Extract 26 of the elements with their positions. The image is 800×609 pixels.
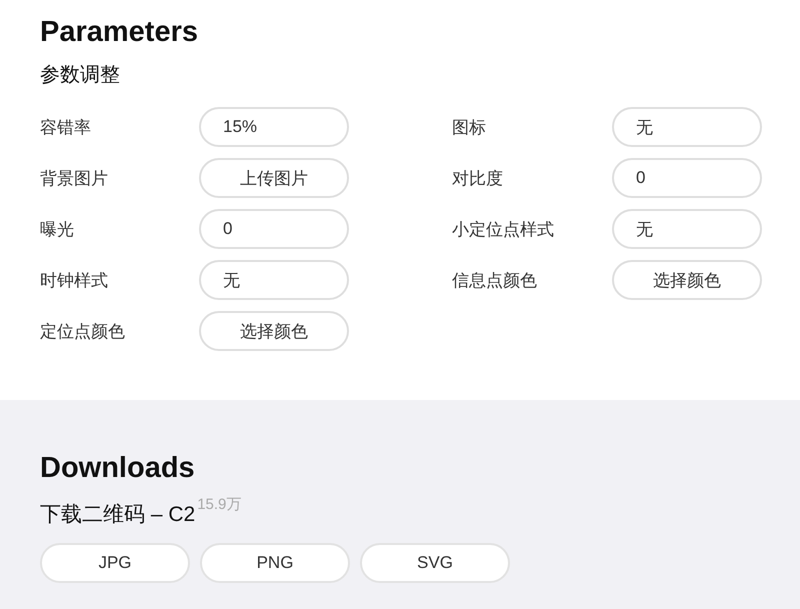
field-label: 小定位点样式 bbox=[452, 218, 555, 240]
value-field[interactable]: 0 bbox=[199, 209, 349, 249]
download-button[interactable]: SVG bbox=[360, 543, 510, 583]
value-field[interactable]: 无 bbox=[612, 107, 762, 147]
field-label: 背景图片 bbox=[40, 168, 109, 190]
field-label: 曝光 bbox=[40, 218, 75, 240]
pill-button[interactable]: 选择颜色 bbox=[199, 311, 349, 351]
field-label: 信息点颜色 bbox=[452, 270, 538, 292]
section-title: Parameters bbox=[40, 15, 198, 50]
value-field[interactable]: 无 bbox=[199, 260, 349, 300]
download-button[interactable]: PNG bbox=[200, 543, 350, 583]
value-field[interactable]: 15% bbox=[199, 107, 349, 147]
pill-button[interactable]: 选择颜色 bbox=[612, 260, 762, 300]
field-label: 定位点颜色 bbox=[40, 320, 126, 342]
section-subtitle: 下载二维码 – C2 bbox=[40, 502, 196, 528]
field-label: 容错率 bbox=[40, 116, 92, 138]
value-field[interactable]: 0 bbox=[612, 158, 762, 198]
section-subtitle: 参数调整 bbox=[40, 63, 120, 88]
pill-button[interactable]: 上传图片 bbox=[199, 158, 349, 198]
field-label: 对比度 bbox=[452, 168, 504, 190]
field-label: 图标 bbox=[452, 116, 487, 138]
field-label: 时钟样式 bbox=[40, 270, 109, 292]
download-button[interactable]: JPG bbox=[40, 543, 190, 583]
value-field[interactable]: 无 bbox=[612, 209, 762, 249]
section-title: Downloads bbox=[40, 451, 195, 486]
download-count: 15.9万 bbox=[197, 496, 242, 514]
